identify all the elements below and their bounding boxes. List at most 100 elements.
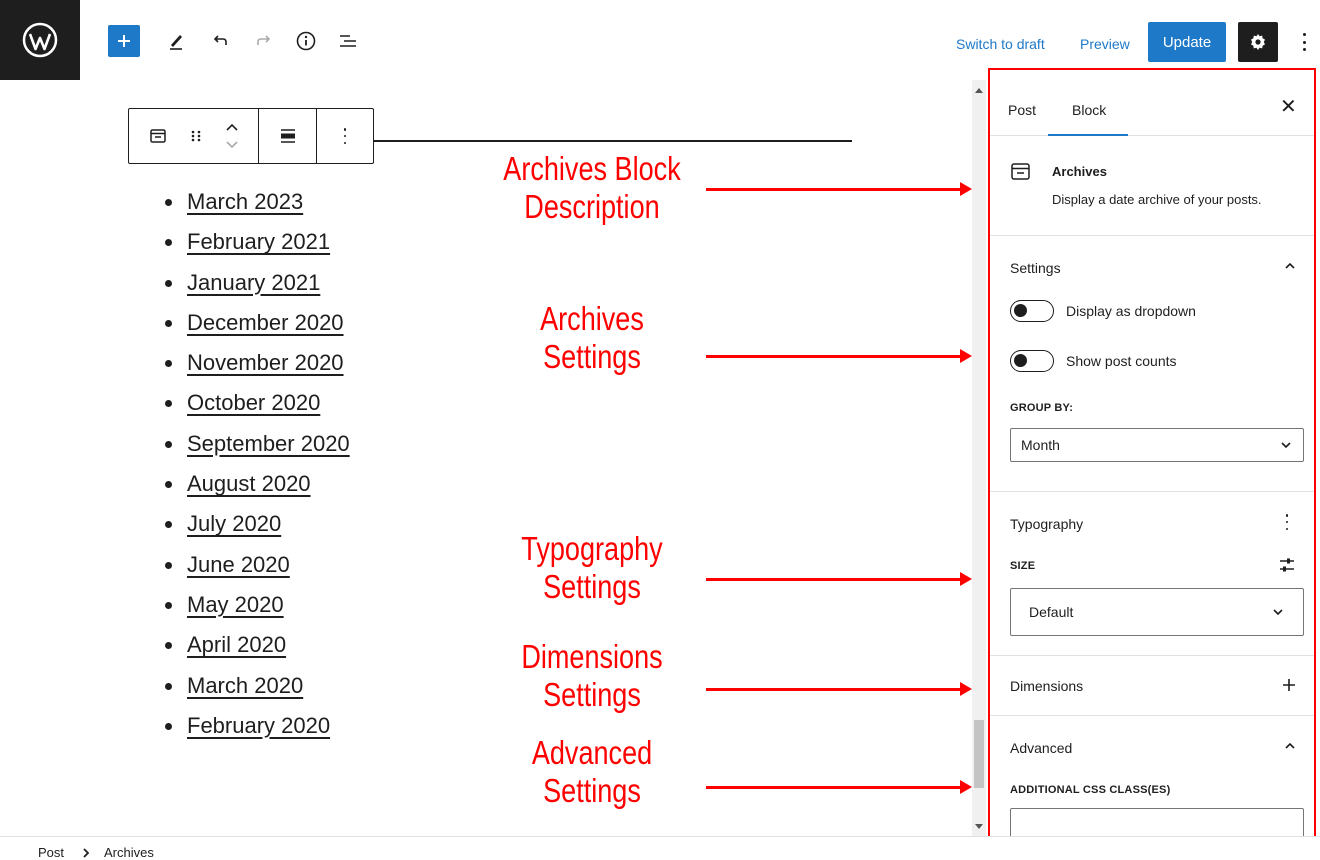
list-item: April 2020	[162, 625, 350, 665]
annotation-settings: Archives Settings	[540, 300, 644, 375]
separator-block	[374, 140, 852, 142]
list-item: August 2020	[162, 464, 350, 504]
group-by-label: GROUP BY:	[1010, 402, 1074, 414]
list-item: November 2020	[162, 343, 350, 383]
annotation-arrow	[706, 572, 972, 586]
tab-block[interactable]: Block	[1072, 102, 1106, 118]
block-card: Archives Display a date archive of your …	[990, 136, 1314, 236]
align-button[interactable]	[259, 109, 317, 163]
post-counts-toggle[interactable]	[1010, 350, 1054, 372]
font-size-select[interactable]: Default	[1010, 588, 1304, 636]
list-item: May 2020	[162, 585, 350, 625]
typography-panel: Typography SIZE Default	[990, 492, 1314, 656]
list-item: March 2020	[162, 666, 350, 706]
block-description: Display a date archive of your posts.	[1052, 192, 1262, 207]
css-class-label: ADDITIONAL CSS CLASS(ES)	[1010, 784, 1171, 796]
group-by-select[interactable]: Month	[1010, 428, 1304, 462]
settings-panel-title[interactable]: Settings	[1010, 260, 1061, 276]
breadcrumb-item[interactable]: Post	[38, 845, 64, 860]
details-button[interactable]	[290, 25, 322, 57]
dimensions-panel-title: Dimensions	[1010, 678, 1084, 694]
chevron-up-icon[interactable]	[1284, 740, 1296, 752]
list-item: July 2020	[162, 504, 350, 544]
dimensions-panel: Dimensions	[990, 656, 1314, 716]
redo-button[interactable]	[248, 25, 280, 57]
pencil-icon	[170, 35, 182, 50]
dropdown-toggle[interactable]	[1010, 300, 1054, 322]
archive-link[interactable]: June 2020	[187, 552, 290, 577]
list-item: February 2020	[162, 706, 350, 746]
settings-button[interactable]	[1238, 22, 1278, 62]
annotation-arrow	[706, 349, 972, 363]
archive-link[interactable]: November 2020	[187, 350, 344, 375]
archive-link[interactable]: September 2020	[187, 431, 350, 456]
canvas-scrollbar[interactable]	[972, 80, 986, 836]
archive-link[interactable]: August 2020	[187, 471, 311, 496]
add-block-button[interactable]	[108, 25, 140, 57]
move-up-down-icon[interactable]	[224, 120, 240, 152]
scroll-up-icon[interactable]	[975, 88, 983, 93]
annotation-advanced: Advanced Settings	[531, 734, 653, 809]
tab-post[interactable]: Post	[1008, 102, 1036, 118]
list-view-button[interactable]	[332, 25, 364, 57]
list-item: February 2021	[162, 222, 350, 262]
advanced-panel-title[interactable]: Advanced	[1010, 740, 1072, 756]
size-label: SIZE	[1010, 560, 1036, 572]
switch-to-draft-link[interactable]: Switch to draft	[956, 36, 1045, 52]
annotation-description: Archives Block Description	[503, 150, 681, 225]
select-value: Default	[1029, 604, 1074, 620]
archive-link[interactable]: May 2020	[187, 592, 284, 617]
drag-handle-icon[interactable]	[189, 126, 203, 146]
scroll-thumb[interactable]	[974, 720, 984, 788]
close-icon[interactable]: ✕	[1280, 97, 1297, 117]
block-options-button[interactable]	[317, 109, 373, 163]
block-toolbar-group-1	[129, 109, 259, 163]
annotation-arrow	[706, 780, 972, 794]
archives-list: March 2023 February 2021 January 2021 De…	[162, 182, 350, 746]
breadcrumb-item[interactable]: Archives	[104, 845, 154, 860]
annotation-arrow	[706, 682, 972, 696]
options-kebab-icon[interactable]	[1296, 30, 1312, 54]
undo-button[interactable]	[204, 25, 236, 57]
archive-link[interactable]: October 2020	[187, 390, 320, 415]
annotation-dimensions: Dimensions Settings	[521, 638, 663, 713]
annotation-arrow	[706, 182, 972, 196]
advanced-panel: Advanced ADDITIONAL CSS CLASS(ES)	[990, 716, 1314, 844]
chevron-down-icon	[1281, 442, 1291, 449]
archive-link[interactable]: March 2020	[187, 673, 303, 698]
archive-link[interactable]: February 2021	[187, 229, 330, 254]
archive-link[interactable]: April 2020	[187, 632, 286, 657]
update-button[interactable]: Update	[1148, 22, 1226, 62]
tools-button[interactable]	[160, 25, 192, 57]
archive-link[interactable]: March 2023	[187, 189, 303, 214]
block-toolbar	[128, 108, 374, 164]
list-item: October 2020	[162, 383, 350, 423]
archive-link[interactable]: February 2020	[187, 713, 330, 738]
select-value: Month	[1021, 437, 1060, 453]
archive-block-icon	[1011, 163, 1030, 180]
block-title: Archives	[1052, 164, 1107, 179]
wordpress-logo[interactable]	[0, 0, 80, 80]
preview-link[interactable]: Preview	[1080, 36, 1130, 52]
typography-options-icon[interactable]	[1284, 512, 1290, 532]
archive-block-icon[interactable]	[148, 126, 168, 146]
sidebar-tabs: Post Block ✕	[990, 70, 1314, 136]
undo-icon	[213, 35, 227, 45]
annotation-typography: Typography Settings	[521, 530, 663, 605]
toggle-label: Display as dropdown	[1066, 303, 1196, 319]
plus-icon	[118, 35, 130, 47]
typography-panel-title: Typography	[1010, 516, 1084, 532]
archive-link[interactable]: January 2021	[187, 270, 320, 295]
info-icon	[296, 31, 316, 51]
plus-icon[interactable]	[1282, 678, 1296, 692]
settings-sidebar: Post Block ✕ Archives Display a date arc…	[988, 68, 1316, 846]
chevron-right-icon	[83, 848, 90, 858]
block-breadcrumb: Post Archives	[0, 836, 1320, 860]
chevron-up-icon[interactable]	[1284, 260, 1296, 272]
scroll-down-icon[interactable]	[975, 824, 983, 829]
archive-link[interactable]: December 2020	[187, 310, 344, 335]
archive-link[interactable]: July 2020	[187, 511, 281, 536]
list-item: March 2023	[162, 182, 350, 222]
custom-size-icon[interactable]	[1278, 556, 1296, 574]
kebab-icon	[342, 126, 348, 146]
